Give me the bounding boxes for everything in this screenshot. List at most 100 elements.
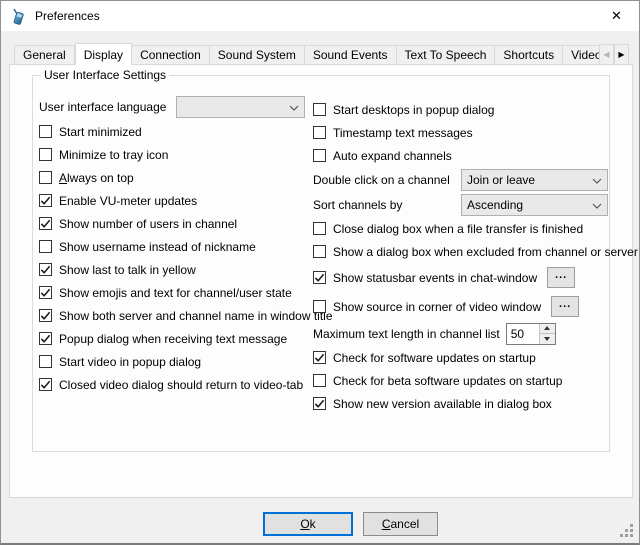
- checkbox-checked[interactable]: [313, 271, 326, 284]
- tab-scroll-right-button[interactable]: ▶: [614, 44, 629, 65]
- spinbox-value: 50: [507, 324, 539, 344]
- ellipsis-button[interactable]: ...: [551, 296, 579, 317]
- checkbox-checked[interactable]: [39, 263, 52, 276]
- checkbox-label: Closed video dialog should return to vid…: [59, 378, 303, 392]
- checkbox-unchecked[interactable]: [313, 374, 326, 387]
- checkbox-label: Minimize to tray icon: [59, 148, 168, 162]
- checkbox-label: Show emojis and text for channel/user st…: [59, 286, 292, 300]
- checkbox-row[interactable]: Start desktops in popup dialog: [313, 98, 623, 121]
- tab-text-to-speech[interactable]: Text To Speech: [397, 45, 496, 65]
- combobox-value: Ascending: [467, 198, 588, 212]
- checkbox-checked[interactable]: [39, 309, 52, 322]
- tab-connection[interactable]: Connection: [132, 45, 210, 65]
- checkbox-unchecked[interactable]: [39, 125, 52, 138]
- tab-general[interactable]: General: [14, 45, 75, 65]
- checkbox-label: Check for software updates on startup: [333, 351, 536, 365]
- checkbox-unchecked[interactable]: [313, 149, 326, 162]
- checkbox-unchecked[interactable]: [39, 240, 52, 253]
- checkbox-unchecked[interactable]: [313, 245, 326, 258]
- tab-scroll-left-button[interactable]: ◀: [599, 44, 614, 65]
- spinbox[interactable]: 50: [506, 323, 556, 345]
- chevron-down-icon: [592, 173, 602, 187]
- checkbox-row[interactable]: Start video in popup dialog: [39, 350, 311, 373]
- tab-display[interactable]: Display: [75, 43, 132, 65]
- checkbox-row[interactable]: Show emojis and text for channel/user st…: [39, 281, 311, 304]
- ellipsis-button[interactable]: ...: [547, 267, 575, 288]
- preferences-dialog: Preferences ✕ GeneralDisplayConnectionSo…: [0, 0, 640, 545]
- tab-sound-events[interactable]: Sound Events: [305, 45, 397, 65]
- checkbox-label: Close dialog box when a file transfer is…: [333, 222, 583, 236]
- checkbox-unchecked[interactable]: [39, 355, 52, 368]
- checkbox-label: Show last to talk in yellow: [59, 263, 196, 277]
- checkbox-label: Show both server and channel name in win…: [59, 309, 333, 323]
- checkbox-row[interactable]: Popup dialog when receiving text message: [39, 327, 311, 350]
- cancel-button[interactable]: Cancel: [363, 512, 438, 536]
- tab-bar: GeneralDisplayConnectionSound SystemSoun…: [14, 42, 633, 65]
- checkbox-row[interactable]: Show username instead of nickname: [39, 235, 311, 258]
- field-label: Sort channels by: [313, 198, 461, 212]
- select-row: Sort channels by Ascending: [313, 192, 623, 217]
- right-column: Start desktops in popup dialog Timestamp …: [313, 98, 623, 415]
- checkbox-row[interactable]: Timestamp text messages: [313, 121, 623, 144]
- checkbox-row[interactable]: Check for software updates on startup: [313, 346, 623, 369]
- checkbox-label: Show source in corner of video window: [333, 300, 541, 314]
- checkbox-checked[interactable]: [39, 332, 52, 345]
- checkbox-row[interactable]: Show last to talk in yellow: [39, 258, 311, 281]
- field-label: Maximum text length in channel list: [313, 327, 500, 341]
- ok-button[interactable]: Ok: [263, 512, 353, 536]
- chevron-down-icon: [289, 100, 299, 114]
- spin-up-icon[interactable]: [540, 324, 555, 334]
- display-tab-page: User Interface Settings User interface l…: [9, 64, 633, 498]
- checkbox-unchecked[interactable]: [39, 148, 52, 161]
- checkbox-label: Timestamp text messages: [333, 126, 473, 140]
- checkbox-checked[interactable]: [313, 351, 326, 364]
- checkbox-unchecked[interactable]: [313, 126, 326, 139]
- checkbox-row[interactable]: Show new version available in dialog box: [313, 392, 623, 415]
- title-bar: Preferences ✕: [1, 1, 639, 31]
- checkbox-checked[interactable]: [313, 397, 326, 410]
- combobox[interactable]: Join or leave: [461, 169, 608, 191]
- spinbox-buttons: [539, 324, 555, 344]
- chevron-down-icon: [592, 198, 602, 212]
- checkbox-unchecked[interactable]: [313, 300, 326, 313]
- language-combobox[interactable]: [176, 96, 305, 118]
- checkbox-checked[interactable]: [39, 378, 52, 391]
- tab-shortcuts[interactable]: Shortcuts: [495, 45, 563, 65]
- select-row: Double click on a channelJoin or leave: [313, 167, 623, 192]
- resize-grip-dots: [620, 524, 623, 527]
- checkbox-row[interactable]: Close dialog box when a file transfer is…: [313, 217, 623, 240]
- checkbox-label: Show statusbar events in chat-window: [333, 271, 537, 285]
- checkbox-row[interactable]: Show source in corner of video window...: [313, 292, 623, 321]
- checkbox-row[interactable]: Always on top: [39, 166, 311, 189]
- language-label: User interface language: [39, 100, 176, 114]
- checkbox-row[interactable]: Show both server and channel name in win…: [39, 304, 311, 327]
- checkbox-checked[interactable]: [39, 217, 52, 230]
- checkbox-row[interactable]: Enable VU-meter updates: [39, 189, 311, 212]
- app-icon: [10, 8, 27, 25]
- tab-sound-system[interactable]: Sound System: [210, 45, 305, 65]
- checkbox-row[interactable]: Start minimized: [39, 120, 311, 143]
- checkbox-checked[interactable]: [39, 286, 52, 299]
- checkbox-row[interactable]: Show statusbar events in chat-window...: [313, 263, 623, 292]
- checkbox-unchecked[interactable]: [39, 171, 52, 184]
- resize-grip[interactable]: [620, 524, 634, 538]
- checkbox-label: Show new version available in dialog box: [333, 397, 552, 411]
- checkbox-unchecked[interactable]: [313, 103, 326, 116]
- checkbox-row[interactable]: Check for beta software updates on start…: [313, 369, 623, 392]
- close-icon[interactable]: ✕: [594, 1, 639, 31]
- checkbox-row[interactable]: Show number of users in channel: [39, 212, 311, 235]
- checkbox-unchecked[interactable]: [313, 222, 326, 235]
- checkbox-row[interactable]: Show a dialog box when excluded from cha…: [313, 240, 623, 263]
- checkbox-row[interactable]: Closed video dialog should return to vid…: [39, 373, 311, 396]
- checkbox-row[interactable]: Minimize to tray icon: [39, 143, 311, 166]
- checkbox-row[interactable]: Auto expand channels: [313, 144, 623, 167]
- spin-down-icon[interactable]: [540, 334, 555, 344]
- checkbox-label: Start video in popup dialog: [59, 355, 201, 369]
- left-column: User interface language Start minimized M…: [39, 94, 311, 396]
- combobox[interactable]: Ascending: [461, 194, 608, 216]
- checkbox-label: Check for beta software updates on start…: [333, 374, 562, 388]
- checkbox-label: Show a dialog box when excluded from cha…: [333, 245, 638, 259]
- window-title: Preferences: [35, 9, 100, 23]
- checkbox-checked[interactable]: [39, 194, 52, 207]
- user-interface-settings-group: User Interface Settings User interface l…: [32, 75, 610, 452]
